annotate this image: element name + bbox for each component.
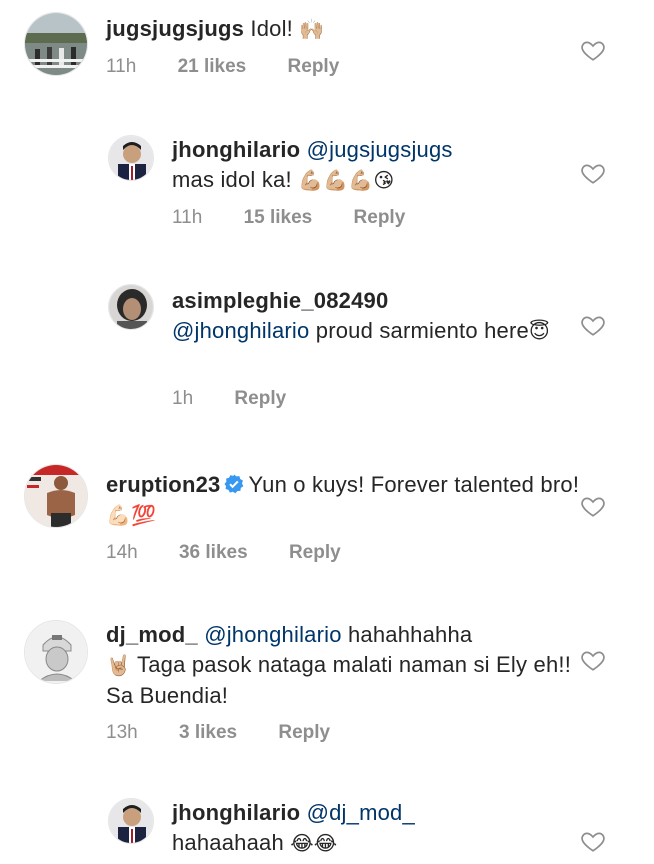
mention-link[interactable]: @jhonghilario (204, 622, 341, 647)
timestamp: 1h (172, 388, 194, 409)
mention-link[interactable]: @jugsjugsjugs (307, 137, 453, 162)
username[interactable]: eruption23 (106, 472, 220, 497)
comment-jhonghilario-reply-2: jhonghilario @dj_mod_ hahaahaah 😂😂 (0, 790, 654, 864)
comment-meta: 14h 36 likes Reply (106, 542, 377, 564)
username[interactable]: dj_mod_ (106, 622, 198, 647)
emoji: 🙌🏼 (299, 19, 325, 41)
timestamp: 13h (106, 722, 138, 743)
comment-body: jhonghilario @jugsjugsjugs mas idol ka! … (172, 135, 584, 196)
reply-button[interactable]: Reply (234, 388, 286, 409)
reply-button[interactable]: Reply (278, 722, 330, 743)
comment-body: asimpleghie_082490 @jhonghilario proud s… (172, 286, 584, 347)
comment-text: jugsjugsjugs Idol! 🙌🏼 (106, 14, 584, 45)
comment-meta: 1h Reply (172, 388, 322, 410)
comment-body: dj_mod_ @jhonghilario hahahhahha 🤘🏼 Taga… (106, 620, 584, 711)
comment-text: jhonghilario @dj_mod_ hahaahaah 😂😂 (172, 798, 584, 859)
emoji: 😇 (528, 321, 550, 343)
mention-link[interactable]: @jhonghilario (172, 318, 309, 343)
avatar[interactable] (108, 798, 154, 844)
username[interactable]: asimpleghie_082490 (172, 288, 388, 313)
comment-message: mas idol ka! (172, 167, 292, 192)
emoji: 😂😂 (290, 833, 338, 855)
avatar[interactable] (24, 464, 88, 528)
heart-icon[interactable] (580, 493, 606, 519)
username[interactable]: jhonghilario (172, 800, 300, 825)
comment-message: hahahhahha (347, 622, 473, 647)
heart-icon[interactable] (580, 37, 606, 63)
comment-eruption23: eruption23 Yun o kuys! Forever talented b… (0, 458, 654, 578)
comment-meta: 11h 15 likes Reply (172, 207, 441, 229)
reply-button[interactable]: Reply (289, 542, 341, 563)
comment-text: dj_mod_ @jhonghilario hahahhahha 🤘🏼 Taga… (106, 620, 584, 711)
username[interactable]: jugsjugsjugs (106, 16, 244, 41)
comment-asimpleghie-reply: asimpleghie_082490 @jhonghilario proud s… (0, 278, 654, 423)
timestamp: 14h (106, 542, 138, 563)
comment-text: asimpleghie_082490 @jhonghilario proud s… (172, 286, 584, 347)
comment-message: hahaahaah (172, 830, 284, 855)
avatar[interactable] (24, 12, 88, 76)
avatar[interactable] (108, 135, 154, 181)
likes-count[interactable]: 21 likes (178, 56, 247, 77)
heart-icon[interactable] (580, 160, 606, 186)
comment-body: eruption23 Yun o kuys! Forever talented b… (106, 470, 584, 531)
emoji: 🤘🏼 (106, 655, 132, 677)
reply-button[interactable]: Reply (288, 56, 340, 77)
comment-text: eruption23 Yun o kuys! Forever talented b… (106, 470, 584, 531)
avatar[interactable] (108, 284, 154, 330)
comment-body: jugsjugsjugs Idol! 🙌🏼 (106, 14, 584, 45)
heart-icon[interactable] (580, 312, 606, 338)
comment-jhonghilario-reply: jhonghilario @jugsjugsjugs mas idol ka! … (0, 125, 654, 240)
comment-message: Yun o kuys! Forever talented bro! (248, 472, 580, 497)
emoji: 💪🏼💪🏼💪🏼😘 (298, 170, 395, 192)
comment-jugsjugsjugs: jugsjugsjugs Idol! 🙌🏼 11h 21 likes Reply (0, 0, 654, 110)
likes-count[interactable]: 36 likes (179, 542, 248, 563)
comment-body: jhonghilario @dj_mod_ hahaahaah 😂😂 (172, 798, 584, 859)
timestamp: 11h (106, 56, 137, 77)
heart-icon[interactable] (580, 647, 606, 673)
comment-message: Idol! (250, 16, 293, 41)
comment-dj-mod: dj_mod_ @jhonghilario hahahhahha 🤘🏼 Taga… (0, 612, 654, 762)
likes-count[interactable]: 15 likes (244, 207, 313, 228)
comment-text: jhonghilario @jugsjugsjugs mas idol ka! … (172, 135, 584, 196)
timestamp: 11h (172, 207, 203, 228)
comment-message: proud sarmiento here (315, 318, 529, 343)
likes-count[interactable]: 3 likes (179, 722, 237, 743)
comment-message-continued: Taga pasok nataga malati naman si Ely eh… (106, 652, 572, 708)
reply-button[interactable]: Reply (354, 207, 406, 228)
username[interactable]: jhonghilario (172, 137, 300, 162)
emoji: 💪🏻💯 (106, 505, 157, 527)
mention-link[interactable]: @dj_mod_ (307, 800, 415, 825)
comment-meta: 11h 21 likes Reply (106, 56, 375, 78)
comment-meta: 13h 3 likes Reply (106, 722, 366, 744)
heart-icon[interactable] (580, 828, 606, 854)
verified-badge-icon (224, 474, 244, 494)
avatar[interactable] (24, 620, 88, 684)
